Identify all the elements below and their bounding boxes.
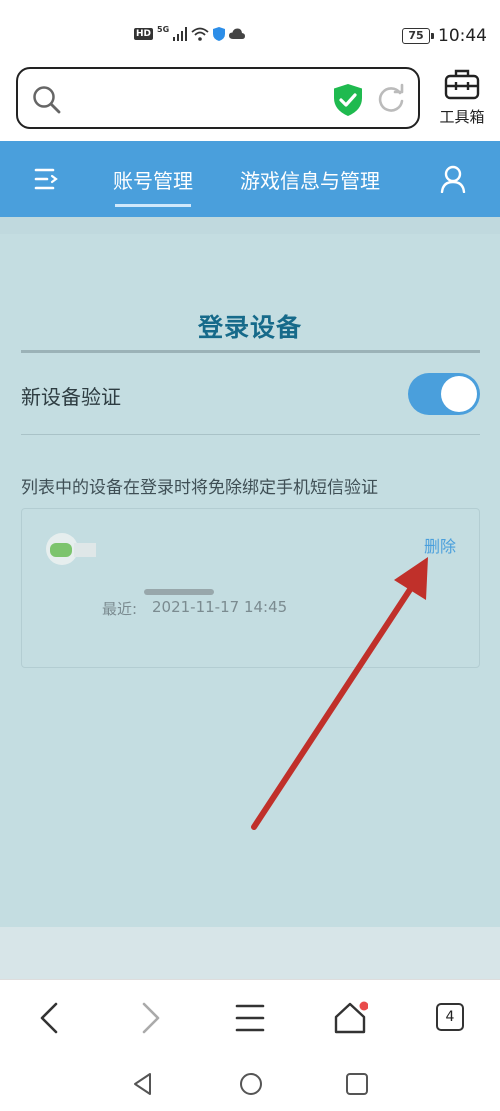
security-shield-icon[interactable] [332, 83, 364, 117]
home-icon[interactable] [332, 1000, 368, 1036]
search-icon [33, 86, 61, 114]
browser-toolbar [0, 979, 500, 1059]
status-icons: HD 5G [134, 24, 246, 41]
device-card: 删除 最近: 2021-11-17 14:45 [21, 508, 480, 668]
new-device-verification-label: 新设备验证 [21, 385, 121, 409]
menu-lines-icon[interactable] [232, 1000, 268, 1036]
search-input[interactable] [16, 67, 420, 129]
forward-icon[interactable] [132, 1000, 168, 1036]
menu-icon[interactable] [33, 167, 61, 191]
content-top-band [0, 217, 500, 234]
title-divider [21, 350, 480, 353]
row-divider [21, 434, 480, 435]
tab-game-info[interactable]: 游戏信息与管理 [240, 165, 380, 194]
clock: 10:44 [438, 26, 487, 46]
wifi-icon [191, 27, 209, 41]
cloud-icon [229, 28, 246, 39]
system-back-icon[interactable] [130, 1071, 156, 1097]
hd-badge: HD [134, 28, 154, 40]
network-type: 5G [157, 24, 170, 34]
system-nav-bar [0, 1059, 500, 1111]
recent-login-label: 最近: [102, 600, 138, 618]
new-device-verification-toggle[interactable] [408, 373, 480, 415]
tab-count-button[interactable]: 4 [436, 1003, 464, 1031]
signal-icon [173, 27, 188, 41]
redacted-device-name [144, 589, 214, 595]
device-list-hint: 列表中的设备在登录时将免除绑定手机短信验证 [21, 478, 378, 498]
battery-icon: 75 [402, 28, 434, 44]
tab-account-management[interactable]: 账号管理 [113, 165, 193, 207]
delete-device-button[interactable]: 删除 [424, 533, 456, 557]
nav-header: 账号管理 游戏信息与管理 [0, 141, 500, 217]
security-shield-status-icon [213, 27, 226, 41]
user-icon[interactable] [440, 165, 466, 193]
toolbox-button[interactable]: 工具箱 [432, 68, 492, 128]
page-title: 登录设备 [197, 313, 302, 342]
back-icon[interactable] [32, 1000, 68, 1036]
toolbox-label: 工具箱 [439, 108, 485, 126]
status-bar: HD 5G 75 10:44 [0, 0, 500, 60]
toggle-knob [441, 376, 477, 412]
system-home-icon[interactable] [238, 1071, 264, 1097]
toolbox-icon [444, 69, 480, 100]
content-bottom-band [0, 927, 500, 979]
refresh-icon[interactable] [376, 83, 406, 115]
system-recents-icon[interactable] [344, 1071, 370, 1097]
recent-login-time: 2021-11-17 14:45 [152, 598, 288, 616]
device-avatar [46, 533, 96, 565]
